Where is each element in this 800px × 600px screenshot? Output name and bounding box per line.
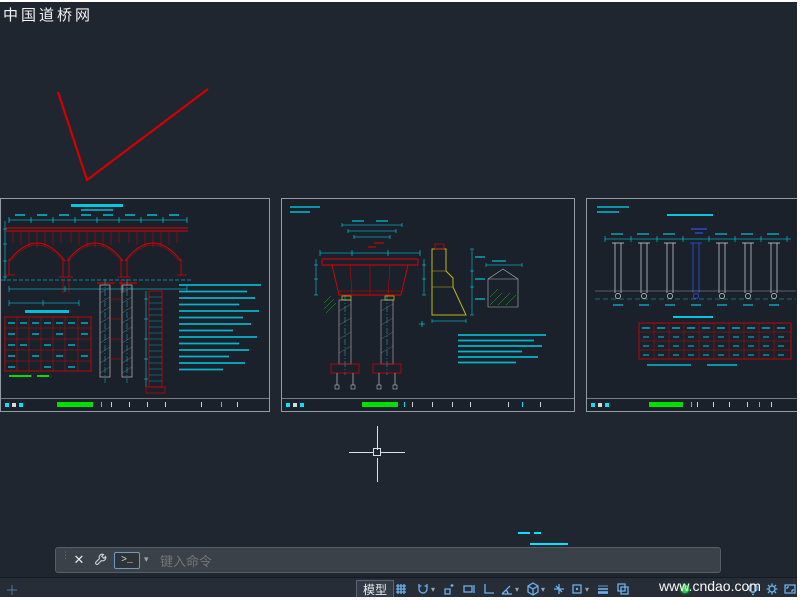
sheet-3-titlebar — [587, 398, 797, 411]
clean-screen-icon[interactable] — [781, 580, 797, 597]
drawing-sheet-2[interactable] — [281, 198, 575, 412]
object-snap-icon[interactable]: ▾ — [568, 580, 591, 597]
footer-mark — [19, 403, 23, 407]
footer-mark — [5, 403, 9, 407]
command-input[interactable] — [158, 551, 702, 571]
grid-icon[interactable] — [392, 580, 410, 597]
watermark-bottom-right: www.cndao.com — [659, 578, 761, 594]
footer-mark — [293, 403, 297, 407]
status-corner-icon[interactable] — [5, 583, 19, 597]
selection-cycling-icon[interactable] — [614, 580, 632, 597]
sheet-1-titlebar — [1, 398, 269, 411]
osnap-tracking-icon[interactable] — [550, 580, 568, 597]
drawing-sheet-1[interactable] — [0, 198, 270, 412]
lineweight-icon[interactable] — [594, 580, 612, 597]
sheet-footer-green-bar — [362, 402, 398, 407]
command-bar-grip[interactable]: ⋮ — [61, 551, 70, 569]
footer-mark — [12, 403, 16, 407]
infer-constraints-icon[interactable] — [440, 580, 458, 597]
snap-mode-icon[interactable]: ▾ — [414, 580, 437, 597]
wrench-icon[interactable] — [92, 552, 110, 570]
drawing-sheet-3[interactable] — [586, 198, 797, 412]
sheet-2-titlebar — [282, 398, 574, 411]
sheet-1-drawing — [1, 204, 261, 394]
sheet-3-drawing — [595, 206, 796, 366]
sheet-2-drawing — [290, 206, 546, 390]
footer-mark — [286, 403, 290, 407]
command-prompt-icon[interactable]: >_ — [114, 552, 140, 569]
close-icon[interactable]: ✕ — [70, 551, 88, 569]
model-space-canvas[interactable]: 中国道桥网 ⋮ ✕ >_ ▾ 键入命令 模型 ▾ ▾ ▾ ▾ www.cndao… — [0, 2, 797, 597]
footer-mark — [300, 403, 304, 407]
sheet-footer-green-bar — [649, 402, 683, 407]
dynamic-input-icon[interactable] — [460, 580, 478, 597]
ortho-icon[interactable] — [480, 580, 498, 597]
model-space-button[interactable]: 模型 — [356, 580, 395, 597]
watermark-top-left: 中国道桥网 — [3, 7, 94, 24]
sheet-footer-green-bar — [57, 402, 93, 407]
polar-tracking-icon[interactable]: ▾ — [498, 580, 521, 597]
footer-mark — [605, 403, 609, 407]
recent-commands-chevron-icon[interactable]: ▾ — [144, 554, 149, 565]
footer-mark — [591, 403, 595, 407]
command-line-bar[interactable]: ⋮ ✕ >_ ▾ — [55, 547, 721, 573]
customization-gear-icon[interactable] — [763, 580, 781, 597]
red-polyline-entity[interactable] — [40, 80, 220, 190]
isometric-drafting-icon[interactable]: ▾ — [524, 580, 547, 597]
footer-mark — [598, 403, 602, 407]
